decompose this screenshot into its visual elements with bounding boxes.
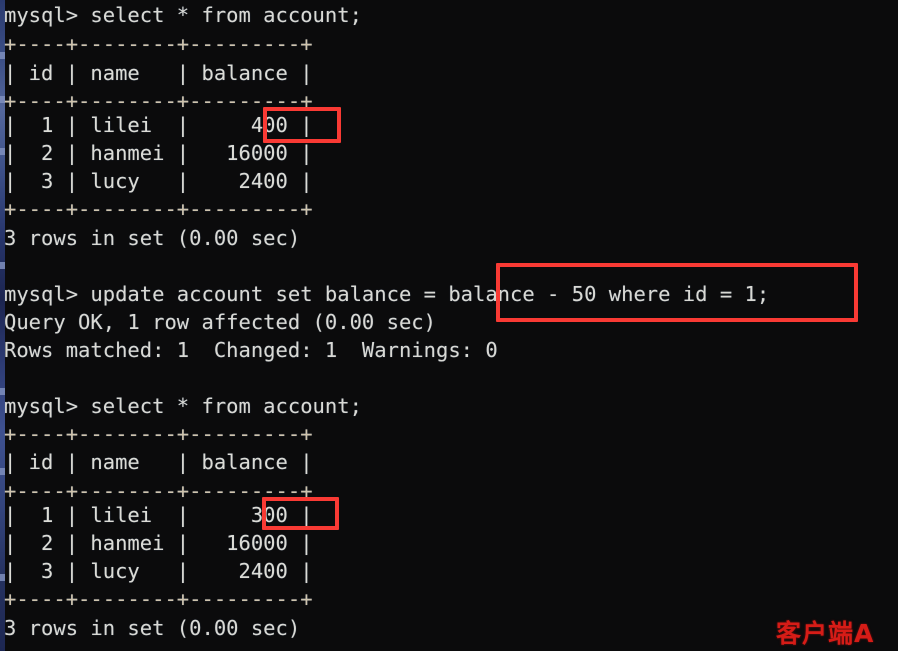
terminal-screenshot: mysql> select * from account; +----+-----… (0, 0, 898, 651)
terminal-line-l20: 3 rows in set (0.00 sec) (4, 616, 301, 640)
highlight-box-h-balance-300 (262, 497, 339, 530)
highlight-box-h-update-expr (496, 263, 858, 322)
terminal-line-l5: | 2 | hanmei | 16000 | (4, 141, 313, 165)
terminal-line-l6: | 3 | lucy | 2400 | (4, 169, 313, 193)
client-a-annotation: 客户端A (776, 619, 875, 648)
highlight-box-h-balance-400 (263, 107, 341, 143)
terminal-line-l7: +----+--------+---------+ (4, 197, 313, 221)
terminal-line-l19: +----+--------+---------+ (4, 587, 313, 611)
terminal-line-l18: | 3 | lucy | 2400 | (4, 559, 313, 583)
terminal-line-l10: Query OK, 1 row affected (0.00 sec) (4, 310, 436, 334)
terminal-line-l1: +----+--------+---------+ (4, 32, 313, 56)
terminal-line-l17: | 2 | hanmei | 16000 | (4, 531, 313, 555)
terminal-output: mysql> select * from account; +----+-----… (0, 0, 898, 651)
terminal-line-l13: +----+--------+---------+ (4, 422, 313, 446)
terminal-line-l8: 3 rows in set (0.00 sec) (4, 226, 301, 250)
terminal-line-l0: mysql> select * from account; (4, 3, 362, 27)
terminal-line-l2: | id | name | balance | (4, 61, 313, 85)
terminal-line-l14: | id | name | balance | (4, 450, 313, 474)
terminal-line-l11: Rows matched: 1 Changed: 1 Warnings: 0 (4, 338, 498, 362)
terminal-line-l12: mysql> select * from account; (4, 394, 362, 418)
